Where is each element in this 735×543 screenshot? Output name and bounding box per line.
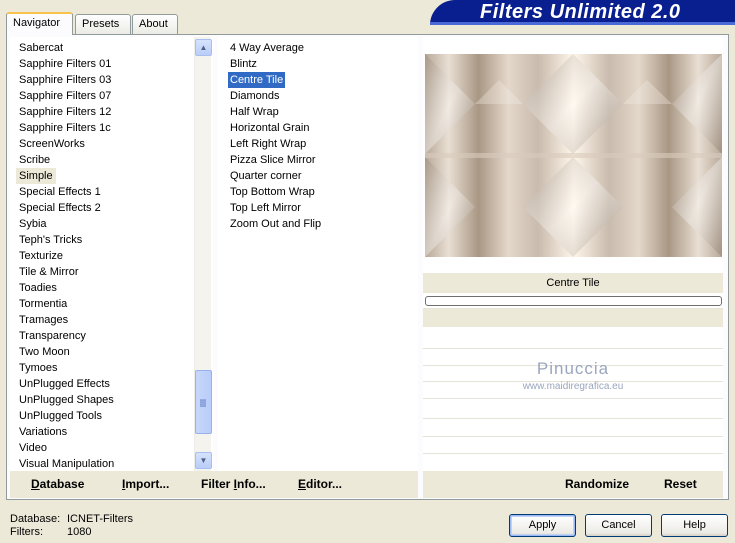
scroll-down-button[interactable]: ▼: [195, 452, 212, 469]
category-scrollbar[interactable]: ▲ ▬ ▬ ▬ ▬ ▼: [194, 37, 212, 471]
filters-label: Filters:: [10, 526, 43, 538]
category-item[interactable]: Scribe: [16, 152, 53, 168]
category-item[interactable]: Tormentia: [16, 296, 70, 312]
preview-pane: Centre Tile Pinuccia www.maidiregrafica.…: [423, 37, 723, 471]
filter-item[interactable]: Quarter corner: [228, 168, 304, 184]
scroll-thumb[interactable]: ▬ ▬ ▬ ▬: [195, 370, 212, 434]
database-value: ICNET-Filters: [67, 513, 133, 525]
category-item[interactable]: Tymoes: [16, 360, 61, 376]
apply-button[interactable]: Apply: [509, 514, 576, 537]
category-item[interactable]: Variations: [16, 424, 70, 440]
param-row: [423, 308, 723, 327]
filter-item[interactable]: Horizontal Grain: [228, 120, 311, 136]
category-item[interactable]: Toadies: [16, 280, 60, 296]
watermark-url: www.maidiregrafica.eu: [522, 381, 624, 392]
category-item[interactable]: UnPlugged Shapes: [16, 392, 117, 408]
category-item[interactable]: Special Effects 1: [16, 184, 104, 200]
category-item[interactable]: Sybia: [16, 216, 50, 232]
randomize-button[interactable]: Randomize: [565, 477, 629, 491]
category-item[interactable]: Texturize: [16, 248, 66, 264]
filter-info-button[interactable]: Filter Info...: [201, 477, 266, 491]
left-toolbar: Database Import... Filter Info... Editor…: [10, 471, 418, 498]
category-item[interactable]: Sapphire Filters 03: [16, 72, 114, 88]
selected-filter-label: Centre Tile: [423, 273, 723, 293]
category-item[interactable]: Teph's Tricks: [16, 232, 85, 248]
category-item[interactable]: Visual Manipulation: [16, 456, 117, 471]
category-list[interactable]: Sabercat Sapphire Filters 01 Sapphire Filt…: [10, 37, 213, 471]
category-item[interactable]: Two Moon: [16, 344, 73, 360]
tab-navigator[interactable]: Navigator: [6, 12, 73, 35]
help-button[interactable]: Help: [661, 514, 728, 537]
filter-list[interactable]: 4 Way Average Blintz Centre Tile Diamonds Ha…: [218, 37, 418, 471]
param-row: [423, 436, 723, 453]
import-button[interactable]: Import...: [122, 477, 169, 491]
right-toolbar: Randomize Reset: [423, 471, 723, 498]
filter-item[interactable]: Centre Tile: [228, 72, 286, 88]
editor-button[interactable]: Editor...: [298, 477, 342, 491]
cancel-button[interactable]: Cancel: [585, 514, 652, 537]
filter-item[interactable]: Half Wrap: [228, 104, 281, 120]
preview-image[interactable]: [425, 54, 722, 257]
database-label: Database:: [10, 513, 61, 525]
progress-bar: [425, 296, 722, 306]
category-item[interactable]: Sapphire Filters 12: [16, 104, 114, 120]
param-row: [423, 398, 723, 415]
title-banner: Filters Unlimited 2.0: [430, 0, 735, 25]
filters-count: 1080: [67, 526, 92, 538]
filter-item[interactable]: Blintz: [228, 56, 259, 72]
filter-item[interactable]: Zoom Out and Flip: [228, 216, 323, 232]
filter-item[interactable]: Left Right Wrap: [228, 136, 308, 152]
category-item[interactable]: UnPlugged Tools: [16, 408, 105, 424]
category-item[interactable]: Sapphire Filters 01: [16, 56, 114, 72]
category-item[interactable]: Sapphire Filters 1c: [16, 120, 114, 136]
category-item[interactable]: ScreenWorks: [16, 136, 88, 152]
param-row: [423, 453, 723, 470]
category-item[interactable]: Simple: [16, 168, 56, 184]
category-item[interactable]: Tile & Mirror: [16, 264, 81, 280]
filter-item[interactable]: Top Bottom Wrap: [228, 184, 317, 200]
preview-pattern: [425, 54, 722, 257]
category-item[interactable]: Transparency: [16, 328, 89, 344]
grip-icon: ▬ ▬ ▬ ▬: [200, 397, 206, 409]
app-title: Filters Unlimited 2.0: [480, 1, 681, 23]
filter-item[interactable]: Diamonds: [228, 88, 282, 104]
scroll-up-button[interactable]: ▲: [195, 39, 212, 56]
filter-item[interactable]: Top Left Mirror: [228, 200, 303, 216]
watermark-name: Pinuccia: [536, 359, 610, 378]
tab-presets[interactable]: Presets: [75, 14, 131, 34]
param-row: [423, 418, 723, 435]
database-button[interactable]: Database: [31, 477, 84, 491]
filter-item[interactable]: 4 Way Average: [228, 40, 306, 56]
filter-item[interactable]: Pizza Slice Mirror: [228, 152, 318, 168]
category-item[interactable]: Sapphire Filters 07: [16, 88, 114, 104]
reset-button[interactable]: Reset: [664, 477, 697, 491]
category-item[interactable]: Tramages: [16, 312, 71, 328]
category-item[interactable]: UnPlugged Effects: [16, 376, 113, 392]
category-item[interactable]: Video: [16, 440, 50, 456]
tab-about[interactable]: About: [132, 14, 178, 34]
category-item[interactable]: Sabercat: [16, 40, 66, 56]
category-item[interactable]: Special Effects 2: [16, 200, 104, 216]
